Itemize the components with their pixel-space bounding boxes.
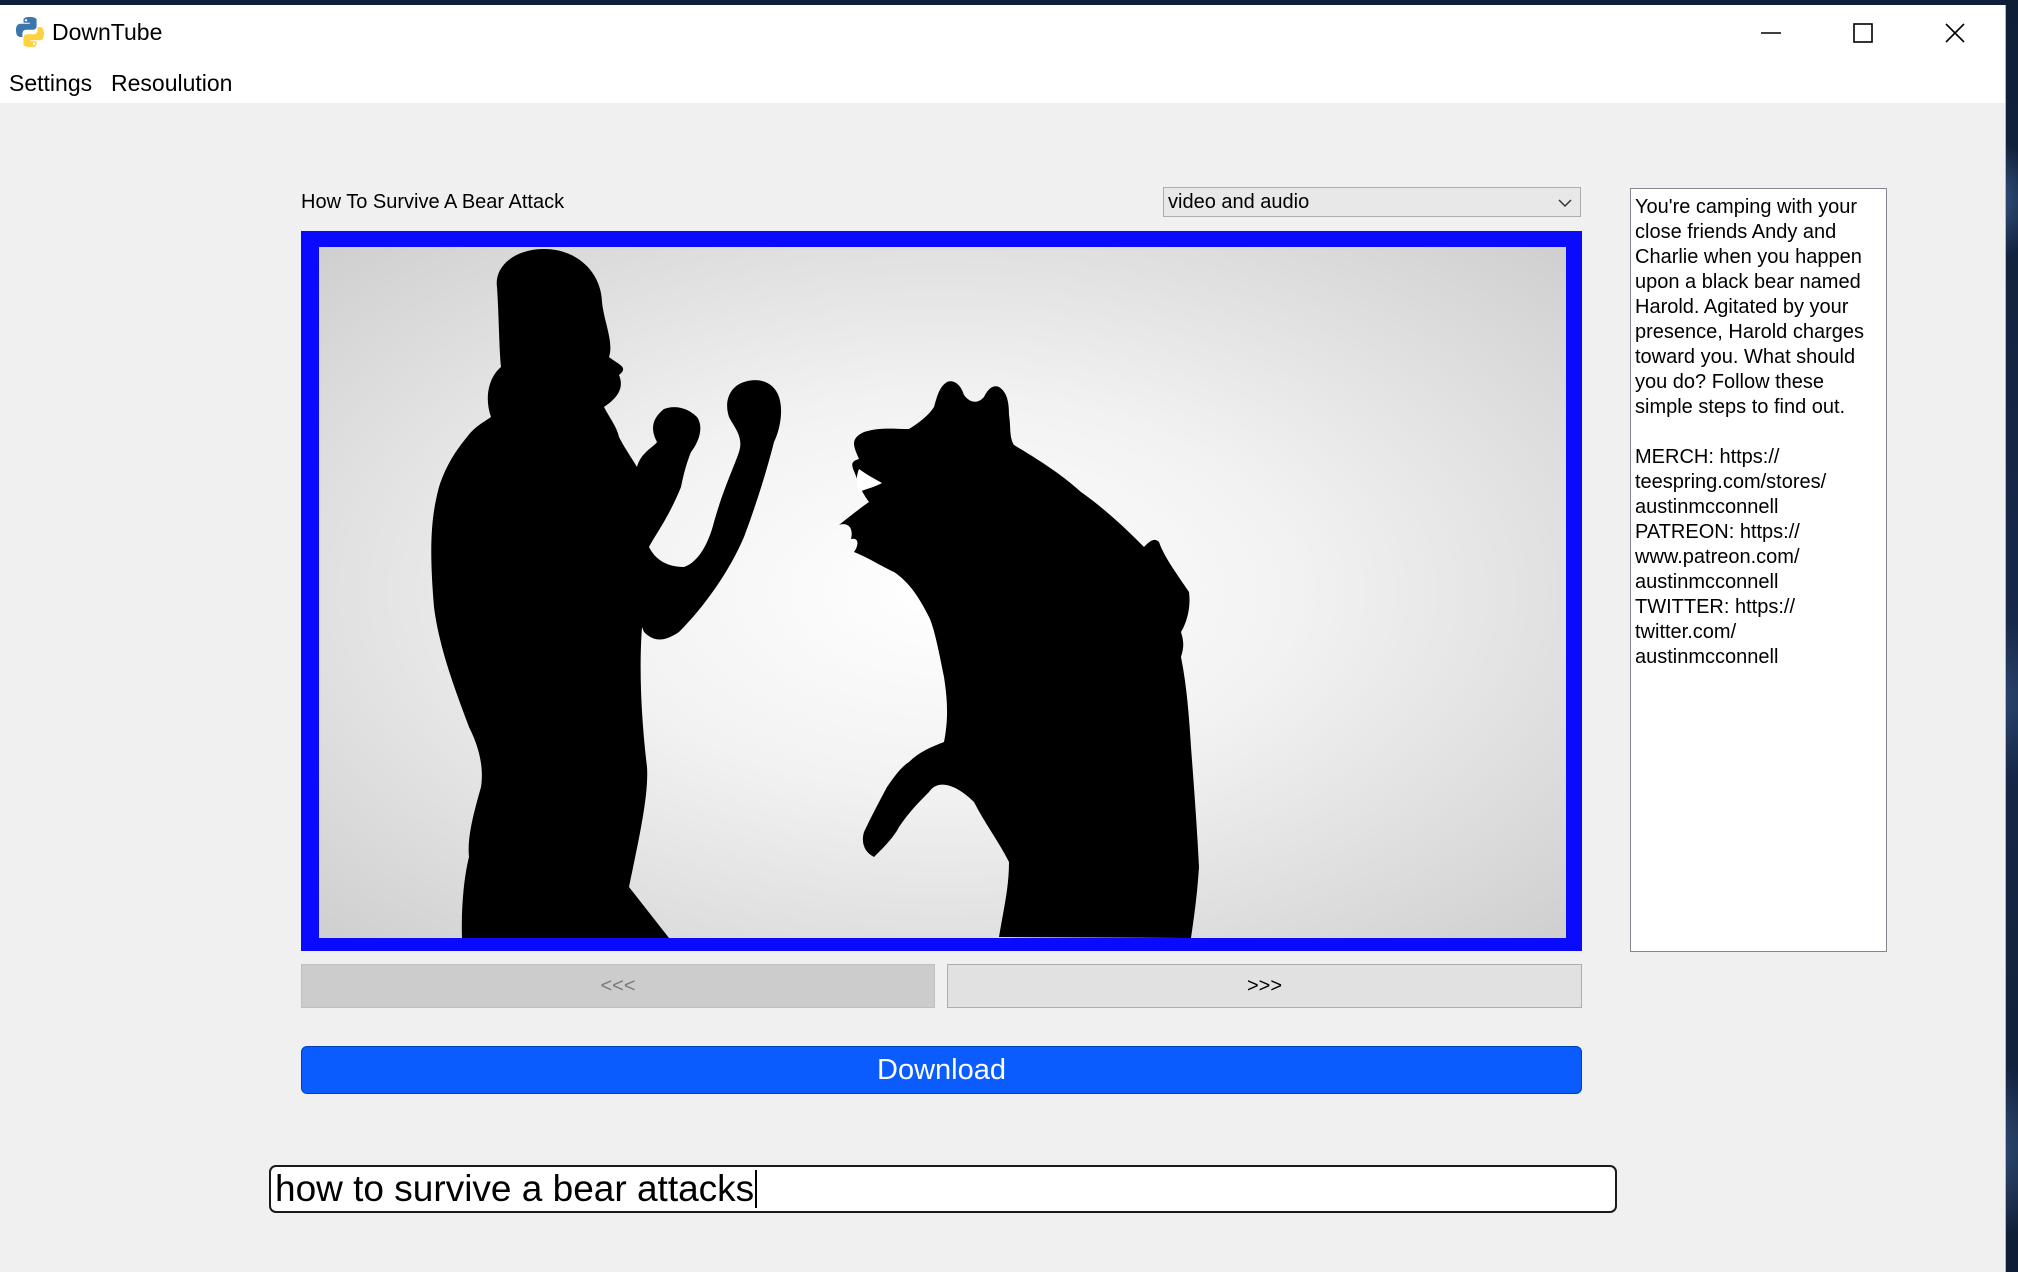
close-icon xyxy=(1945,22,1965,43)
app-title: DownTube xyxy=(52,19,163,45)
video-description[interactable]: You're camping with your close friends A… xyxy=(1630,188,1887,952)
maximize-icon xyxy=(1853,22,1873,43)
search-input-text: how to survive a bear attacks xyxy=(275,1168,755,1209)
download-button[interactable]: Download xyxy=(301,1046,1582,1094)
video-thumbnail xyxy=(319,247,1566,938)
menu-resolution[interactable]: Resoulution xyxy=(111,70,232,97)
person-silhouette xyxy=(431,249,782,938)
menu-settings[interactable]: Settings xyxy=(9,70,92,97)
chevron-down-icon xyxy=(1558,199,1572,208)
next-button[interactable]: >>> xyxy=(947,964,1582,1008)
format-dropdown-value: video and audio xyxy=(1168,191,1310,213)
bear-silhouette xyxy=(839,381,1199,938)
text-caret xyxy=(755,1170,758,1208)
menu-bar: Settings Resoulution xyxy=(0,60,2005,103)
person-facing-bear-silhouette xyxy=(431,249,1199,938)
close-button[interactable] xyxy=(1909,5,2001,60)
maximize-button[interactable] xyxy=(1817,5,1909,60)
minimize-icon xyxy=(1761,31,1781,34)
search-input[interactable]: how to survive a bear attacks xyxy=(269,1165,1617,1213)
app-window: DownTube Settings Resoulution How To Sur… xyxy=(0,5,2005,1272)
previous-button[interactable]: <<< xyxy=(301,964,935,1008)
minimize-button[interactable] xyxy=(1725,5,1817,60)
video-title: How To Survive A Bear Attack xyxy=(301,191,565,213)
format-dropdown[interactable]: video and audio xyxy=(1163,187,1581,217)
title-bar: DownTube xyxy=(0,5,2005,60)
python-logo-icon xyxy=(16,17,44,47)
thumbnail-frame xyxy=(301,231,1582,951)
